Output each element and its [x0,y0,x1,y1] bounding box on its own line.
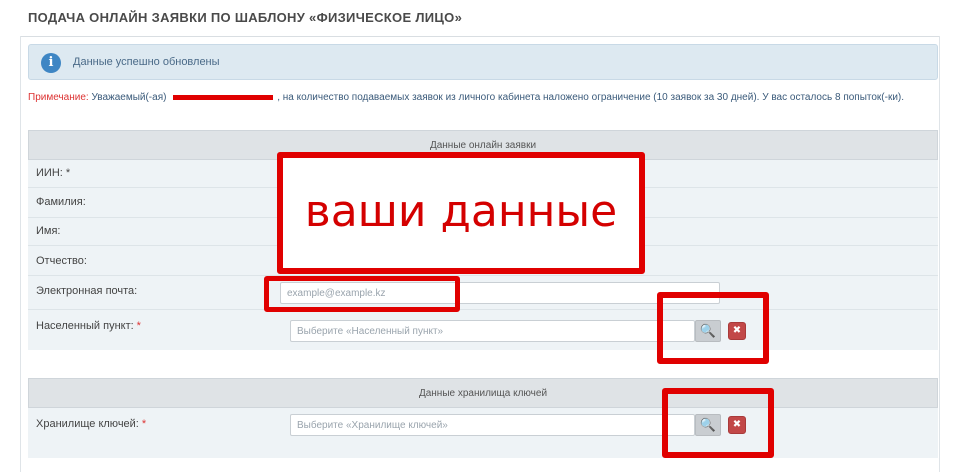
locality-select[interactable]: Выберите «Населенный пункт» [290,320,695,342]
info-box: i Данные успешно обновлены [28,44,938,80]
lastname-label: Фамилия: [36,196,86,208]
keystore-form: Хранилище ключей: * Выберите «Хранилище к… [28,408,938,458]
firstname-label: Имя: [36,225,61,237]
keystore-label: Хранилище ключей: * [36,418,147,430]
iin-label: ИИН: * [36,167,71,179]
keystore-select[interactable]: Выберите «Хранилище ключей» [290,414,695,436]
row-keystore: Хранилище ключей: * Выберите «Хранилище к… [28,408,938,458]
warning-before: Уважаемый(-ая) [91,92,167,103]
warning-label: Примечание: [28,92,89,103]
highlight-box-locality-buttons [657,292,769,364]
email-label: Электронная почта: [36,285,138,297]
redacted-username [173,94,274,100]
row-email: Электронная почта: example@example.kz [28,276,938,310]
page-title: ПОДАЧА ОНЛАЙН ЗАЯВКИ ПО ШАБЛОНУ «ФИЗИЧЕС… [28,10,463,25]
highlight-box-keystore-buttons [662,388,774,458]
highlight-box-email [264,276,460,312]
warning-after: , на количество подаваемых заявок из лич… [277,92,905,103]
highlight-box-your-data [277,152,645,274]
patronymic-label: Отчество: [36,255,87,267]
warning-text: Примечание: Уважаемый(-ая) , на количест… [28,90,940,105]
row-locality: Населенный пункт: * Выберите «Населенный … [28,310,938,350]
info-icon: i [41,53,61,73]
locality-label: Населенный пункт: * [36,320,141,332]
section-header-keystore: Данные хранилища ключей [28,378,938,408]
info-text: Данные успешно обновлены [73,56,220,68]
